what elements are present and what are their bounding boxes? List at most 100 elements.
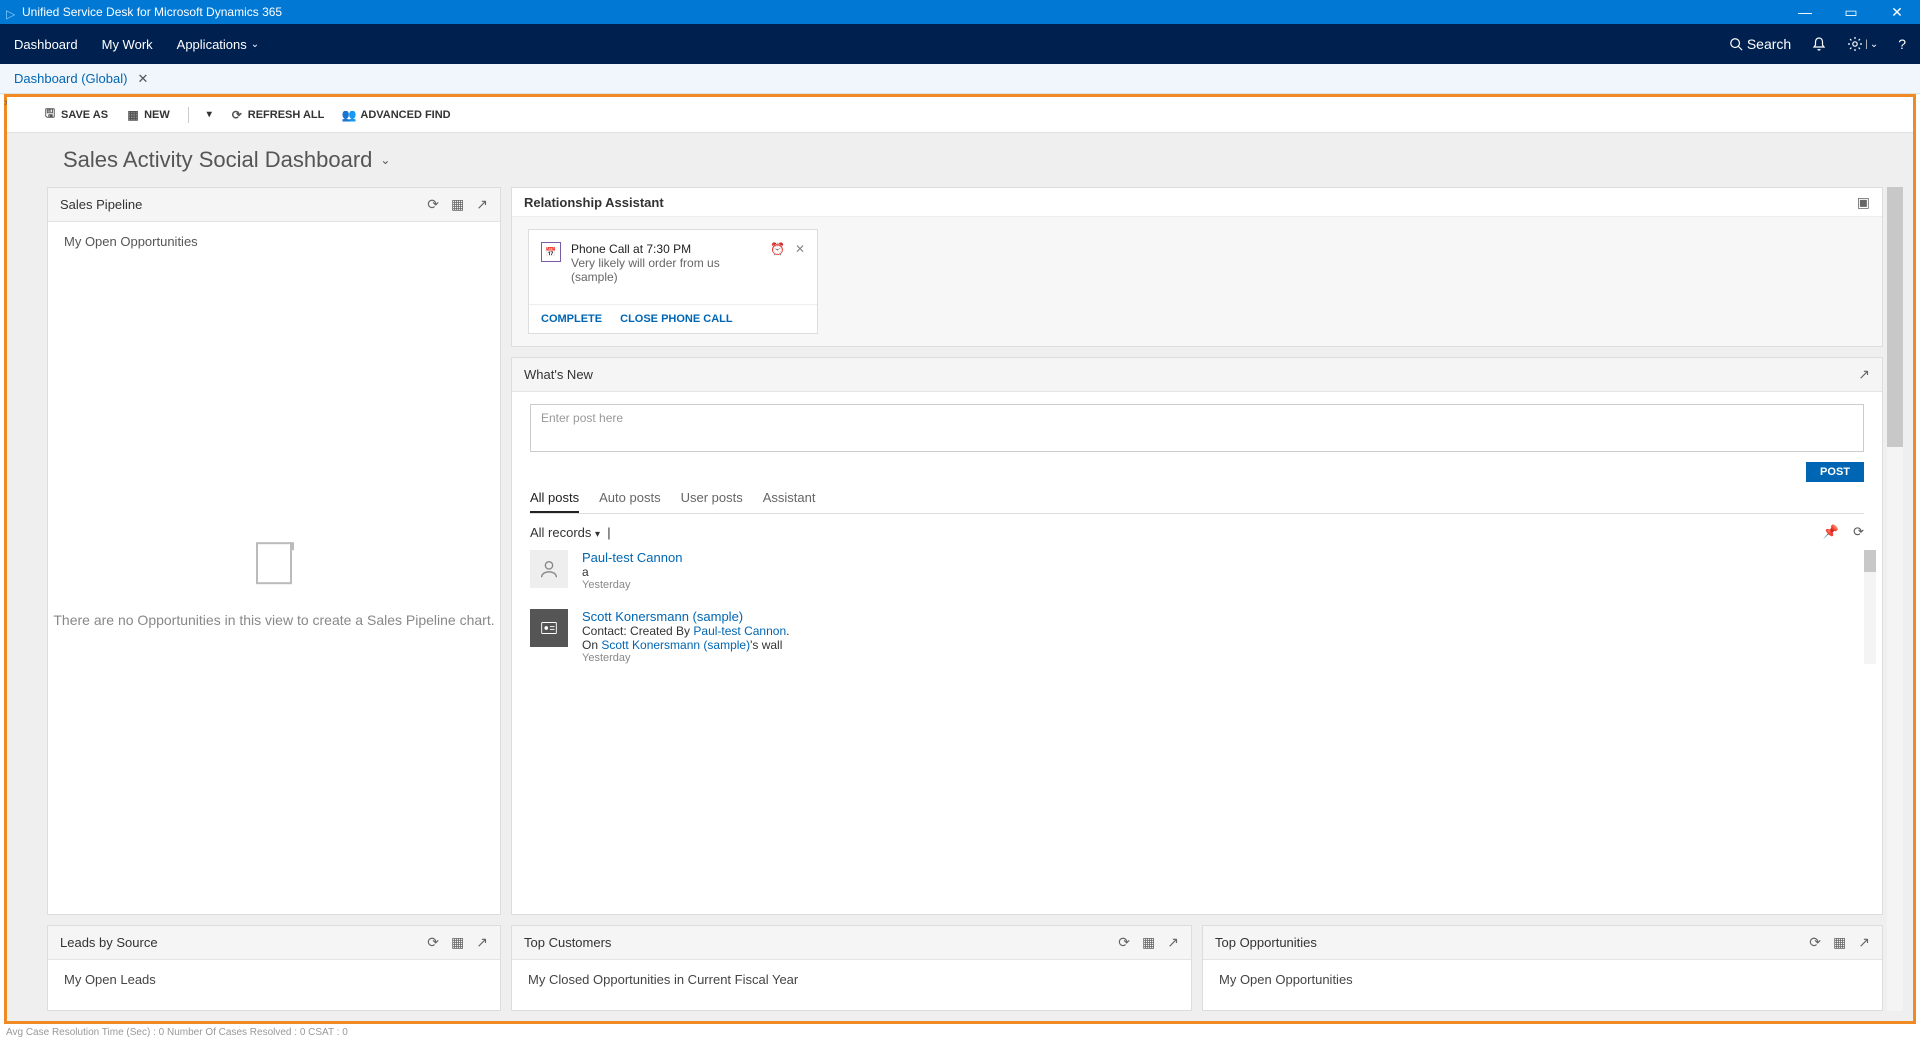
grid-icon[interactable]: ▦ [1142,934,1155,951]
assistant-card[interactable]: 📅 Phone Call at 7:30 PM Very likely will… [528,229,818,334]
panel-title: Sales Pipeline [60,197,142,212]
menu-my-work[interactable]: My Work [102,37,153,52]
contact-avatar-icon [530,609,568,647]
new-button[interactable]: ▦NEW [126,108,170,122]
feed-item: Scott Konersmann (sample) Contact: Creat… [530,609,1864,664]
popout-icon[interactable]: ↗ [476,196,488,213]
leads-by-source-panel: Leads by Source ⟳ ▦ ↗ My Open Leads [47,925,501,1011]
post-button[interactable]: POST [1806,462,1864,482]
window-title: Unified Service Desk for Microsoft Dynam… [22,5,282,19]
popout-icon[interactable]: ↗ [1167,934,1179,951]
feed-text-line2: On Scott Konersmann (sample)'s wall [582,638,789,652]
panel-subtitle: My Closed Opportunities in Current Fisca… [528,972,798,987]
gear-icon[interactable]: |⌄ [1847,36,1878,52]
snooze-icon[interactable]: ⏰ [770,242,785,292]
dashboard-toolbar: 🖫SAVE AS ▦NEW ▾ ⟳REFRESH ALL 👥ADVANCED F… [7,97,1913,133]
workspace-scrollbar[interactable] [1887,187,1903,1011]
grid-icon[interactable]: ▦ [451,196,464,213]
close-tab-icon[interactable]: ✕ [137,71,148,87]
window-titlebar: ▷ Unified Service Desk for Microsoft Dyn… [0,0,1920,24]
save-as-button[interactable]: 🖫SAVE AS [43,108,108,122]
new-dropdown[interactable]: ▾ [207,109,212,120]
panel-title: Leads by Source [60,935,158,950]
popout-icon[interactable]: ↗ [476,934,488,951]
chevron-down-icon: ▾ [207,109,212,120]
popout-icon[interactable]: ↗ [1858,934,1870,951]
top-customers-panel: Top Customers ⟳ ▦ ↗ My Closed Opportunitie… [511,925,1192,1011]
popout-icon[interactable]: ↗ [1858,366,1870,383]
search-icon [1729,37,1743,51]
chevron-down-icon: ⌄ [380,153,390,167]
post-tabs: All posts Auto posts User posts Assistan… [530,490,1864,514]
feed-item: Paul-test Cannon a Yesterday [530,550,1864,591]
empty-state: There are no Opportunities in this view … [48,542,500,628]
advanced-find-button[interactable]: 👥ADVANCED FIND [342,108,450,122]
chevron-down-icon: ▾ [595,529,600,540]
post-input[interactable]: Enter post here [530,404,1864,452]
refresh-icon[interactable]: ⟳ [427,196,439,213]
tab-user-posts[interactable]: User posts [681,490,743,513]
main-menubar: Dashboard My Work Applications⌄ Search |… [0,24,1920,64]
filter-dropdown[interactable]: All records ▾ | [530,525,611,540]
feed-link[interactable]: Scott Konersmann (sample) [601,638,750,652]
tab-assistant[interactable]: Assistant [763,490,816,513]
save-icon: 🖫 [43,108,57,122]
refresh-icon[interactable]: ⟳ [1809,934,1821,951]
status-bar: Avg Case Resolution Time (Sec) : 0 Numbe… [0,1024,1920,1040]
card-subtitle: Very likely will order from us (sample) [571,256,760,284]
tab-auto-posts[interactable]: Auto posts [599,490,660,513]
panel-subtitle: My Open Opportunities [64,234,484,249]
bell-icon[interactable] [1811,36,1827,52]
maximize-button[interactable]: ▭ [1828,0,1874,24]
dismiss-icon[interactable]: ✕ [795,242,805,292]
feed-text: a [582,565,682,579]
menu-applications[interactable]: Applications⌄ [177,37,260,52]
feed-text: Contact: Created By Paul-test Cannon. [582,624,789,638]
panel-title: Relationship Assistant [524,195,664,210]
new-icon: ▦ [126,108,140,122]
feed-time: Yesterday [582,579,682,591]
compose-icon[interactable]: ▣ [1857,194,1870,211]
sales-pipeline-panel: Sales Pipeline ⟳ ▦ ↗ My Open Opportuniti… [47,187,501,915]
binoculars-icon: 👥 [342,108,356,122]
close-window-button[interactable]: ✕ [1874,0,1920,24]
chevron-down-icon: ⌄ [1870,39,1878,50]
search-button[interactable]: Search [1729,36,1791,52]
pin-icon[interactable]: 📌 [1823,524,1839,540]
relationship-assistant-panel: Relationship Assistant ▣ 📅 Phone Call at… [511,187,1883,347]
empty-folder-icon [256,542,292,584]
top-opportunities-panel: Top Opportunities ⟳▦↗ My Open Opportunit… [1202,925,1883,1011]
tab-all-posts[interactable]: All posts [530,490,579,513]
menu-dashboard[interactable]: Dashboard [14,37,78,52]
feed-link[interactable]: Paul-test Cannon [693,624,786,638]
tab-bar: Dashboard (Global) ✕ [0,64,1920,94]
whats-new-panel: What's New ↗ Enter post here POST All po… [511,357,1883,915]
card-title: Phone Call at 7:30 PM [571,242,760,256]
refresh-icon[interactable]: ⟳ [427,934,439,951]
panel-subtitle: My Open Leads [64,972,156,987]
app-logo-icon: ▷ [6,7,16,17]
feed-scrollbar[interactable] [1864,550,1876,664]
panel-title: What's New [524,367,593,382]
feed-time: Yesterday [582,652,789,664]
feed-author[interactable]: Scott Konersmann (sample) [582,609,789,624]
grid-icon[interactable]: ▦ [1833,934,1846,951]
refresh-icon: ⟳ [230,108,244,122]
feed-author[interactable]: Paul-test Cannon [582,550,682,565]
dashboard-selector[interactable]: Sales Activity Social Dashboard⌄ [7,133,1913,187]
content-frame: › ‹ 🖫SAVE AS ▦NEW ▾ ⟳REFRESH ALL 👥ADVANC… [4,94,1916,1024]
minimize-button[interactable]: — [1782,0,1828,24]
help-icon[interactable]: ? [1898,36,1906,52]
close-phone-call-button[interactable]: CLOSE PHONE CALL [620,313,732,325]
tab-dashboard-global[interactable]: Dashboard (Global) ✕ [14,71,148,87]
panel-title: Top Customers [524,935,611,950]
refresh-icon[interactable]: ⟳ [1118,934,1130,951]
refresh-all-button[interactable]: ⟳REFRESH ALL [230,108,325,122]
calendar-icon: 📅 [541,242,561,262]
refresh-icon[interactable]: ⟳ [1853,524,1864,540]
grid-icon[interactable]: ▦ [451,934,464,951]
activity-feed: Paul-test Cannon a Yesterday Scott Koner… [530,550,1864,664]
panel-subtitle: My Open Opportunities [1219,972,1353,987]
complete-button[interactable]: COMPLETE [541,313,602,325]
user-avatar-icon [530,550,568,588]
